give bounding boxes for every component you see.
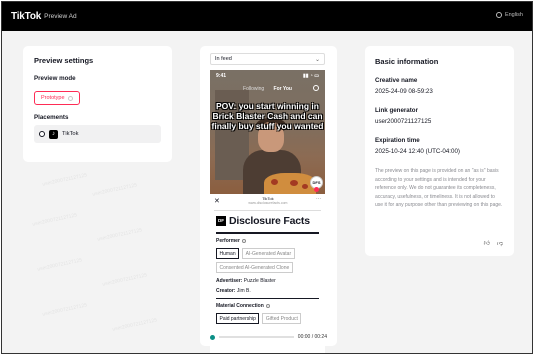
df-logo: DF xyxy=(216,216,226,226)
tiktok-icon: ♪ xyxy=(49,129,58,139)
chip-human: Human xyxy=(216,248,240,259)
page-frame: TikTok Preview Ad English user2000721127… xyxy=(1,1,533,354)
watermark-text: user2000721127125 xyxy=(41,172,88,188)
performer-label: Performer xyxy=(210,238,325,244)
video-pizza-topping xyxy=(271,179,278,185)
language-selector[interactable]: English xyxy=(495,12,523,18)
video-player-controls: 00:00 / 00:24 xyxy=(210,333,327,341)
language-label: English xyxy=(504,12,523,18)
material-connection-label: Material Connection xyxy=(210,303,325,309)
feedback-buttons: 👍︎ 👎︎ xyxy=(484,239,503,247)
video-caption: POV: you start winning in Brick Blaster … xyxy=(211,101,324,131)
link-generator-value: user2000721127125 xyxy=(375,118,432,125)
watermark-text: user2000721127125 xyxy=(96,227,143,243)
divider xyxy=(216,232,319,234)
placements-label: Placements xyxy=(34,114,69,121)
chip-gifted-product: Gifted Product xyxy=(262,313,302,324)
playback-time: 00:00 / 00:24 xyxy=(297,334,327,340)
basic-information-title: Basic information xyxy=(375,57,439,66)
expiration-time-label: Expiration time xyxy=(375,137,420,144)
performer-chips: Human AI-Generated Avatar Consented AI-G… xyxy=(210,248,325,273)
video-pizza-topping xyxy=(290,180,298,186)
placement-label: TikTok xyxy=(62,131,79,137)
creator-value: Jim B. xyxy=(236,288,251,294)
info-icon xyxy=(67,95,73,101)
thumbs-down-icon[interactable]: 👎︎ xyxy=(497,239,503,247)
feed-tabs: Following For You xyxy=(210,86,325,92)
divider xyxy=(216,298,319,299)
chip-ai-avatar: AI-Generated Avatar xyxy=(242,248,295,259)
preview-mode-label: Preview mode xyxy=(34,75,76,82)
video-pizza-topping xyxy=(302,184,308,189)
disclosure-sheet: ✕ TikTok www.disclosurefacts.com ··· DF … xyxy=(210,194,325,353)
more-icon[interactable]: ··· xyxy=(316,196,321,202)
material-label-text: Material Connection xyxy=(216,303,264,309)
expiration-time-value: 2025-10-24 12:40 (UTC-04:00) xyxy=(375,148,460,155)
advertiser-value: Puzzle Blaster xyxy=(243,278,276,284)
feed-select-value: In feed xyxy=(215,56,232,62)
video-frame[interactable]: 9:41 ▮▮ ◔ ▭ Following For You POV: you s… xyxy=(210,70,325,194)
prototype-mode-button[interactable]: Prototype xyxy=(34,91,80,105)
phone-status-bar: 9:41 ▮▮ ◔ ▭ xyxy=(216,73,319,79)
advertiser-key: Advertiser: xyxy=(216,278,243,284)
watermark-text: user2000721127125 xyxy=(101,272,148,288)
info-icon xyxy=(265,304,270,308)
preview-settings-title: Preview settings xyxy=(34,56,94,65)
chip-ai-clone: Consented AI-Generated Clone xyxy=(216,262,293,273)
creative-name-label: Creative name xyxy=(375,77,418,84)
basic-information-card: Basic information Creative name 2025-24-… xyxy=(365,46,514,256)
disclosure-facts-heading: DF Disclosure Facts xyxy=(210,211,325,230)
disclaimer-text: The preview on this page is provided on … xyxy=(375,168,503,208)
status-icons: ▮▮ ◔ ▭ xyxy=(302,73,319,79)
preview-settings-card: Preview settings Preview mode Prototype … xyxy=(23,46,172,162)
watermark-text: user2000721127125 xyxy=(31,212,78,228)
chevron-down-icon: ⌄ xyxy=(314,56,320,63)
sheet-brand: TikTok www.disclosurefacts.com xyxy=(248,196,287,206)
thumbs-up-icon[interactable]: 👍︎ xyxy=(484,239,490,247)
progress-track[interactable] xyxy=(219,336,294,338)
status-time: 9:41 xyxy=(216,73,227,79)
radio-selected-icon xyxy=(39,131,45,137)
disclosure-facts-title: Disclosure Facts xyxy=(229,215,310,227)
preview-ad-label: Preview Ad xyxy=(44,13,77,20)
placement-option-tiktok[interactable]: ♪ TikTok xyxy=(34,125,161,143)
playhead-handle[interactable] xyxy=(210,334,215,340)
ad-preview-card: In feed ⌄ 9:41 ▮▮ ◔ ▭ Following For You … xyxy=(200,46,337,353)
follow-plus-icon[interactable] xyxy=(314,187,319,192)
phone-preview: 9:41 ▮▮ ◔ ▭ Following For You POV: you s… xyxy=(210,70,325,353)
feed-select-dropdown[interactable]: In feed ⌄ xyxy=(210,53,325,65)
watermark-text: user2000721127125 xyxy=(36,257,83,273)
chip-paid-partnership: Paid partnership xyxy=(216,313,260,324)
sheet-header: ✕ TikTok www.disclosurefacts.com ··· xyxy=(210,194,325,210)
search-icon[interactable] xyxy=(313,85,319,91)
globe-icon xyxy=(495,12,502,18)
tab-following[interactable]: Following xyxy=(243,86,264,92)
watermark-text: user2000721127125 xyxy=(111,317,158,333)
link-generator-label: Link generator xyxy=(375,107,418,114)
top-bar: TikTok Preview Ad English xyxy=(2,2,532,31)
creator-row: Creator: Jim B. xyxy=(210,288,325,294)
creative-name-value: 2025-24-09 08-59:23 xyxy=(375,88,433,95)
sheet-url: www.disclosurefacts.com xyxy=(248,201,288,205)
tiktok-logo: TikTok xyxy=(11,11,42,22)
watermark-text: user2000721127125 xyxy=(41,302,88,318)
prototype-mode-label: Prototype xyxy=(41,95,65,101)
performer-label-text: Performer xyxy=(216,238,240,244)
info-icon xyxy=(241,239,246,243)
material-chips: Paid partnership Gifted Product xyxy=(210,313,325,324)
watermark-text: user2000721127125 xyxy=(91,182,138,198)
advertiser-row: Advertiser: Puzzle Blaster xyxy=(210,278,325,284)
creator-key: Creator: xyxy=(216,288,236,294)
tab-for-you[interactable]: For You xyxy=(274,86,292,92)
close-icon[interactable]: ✕ xyxy=(214,197,220,205)
